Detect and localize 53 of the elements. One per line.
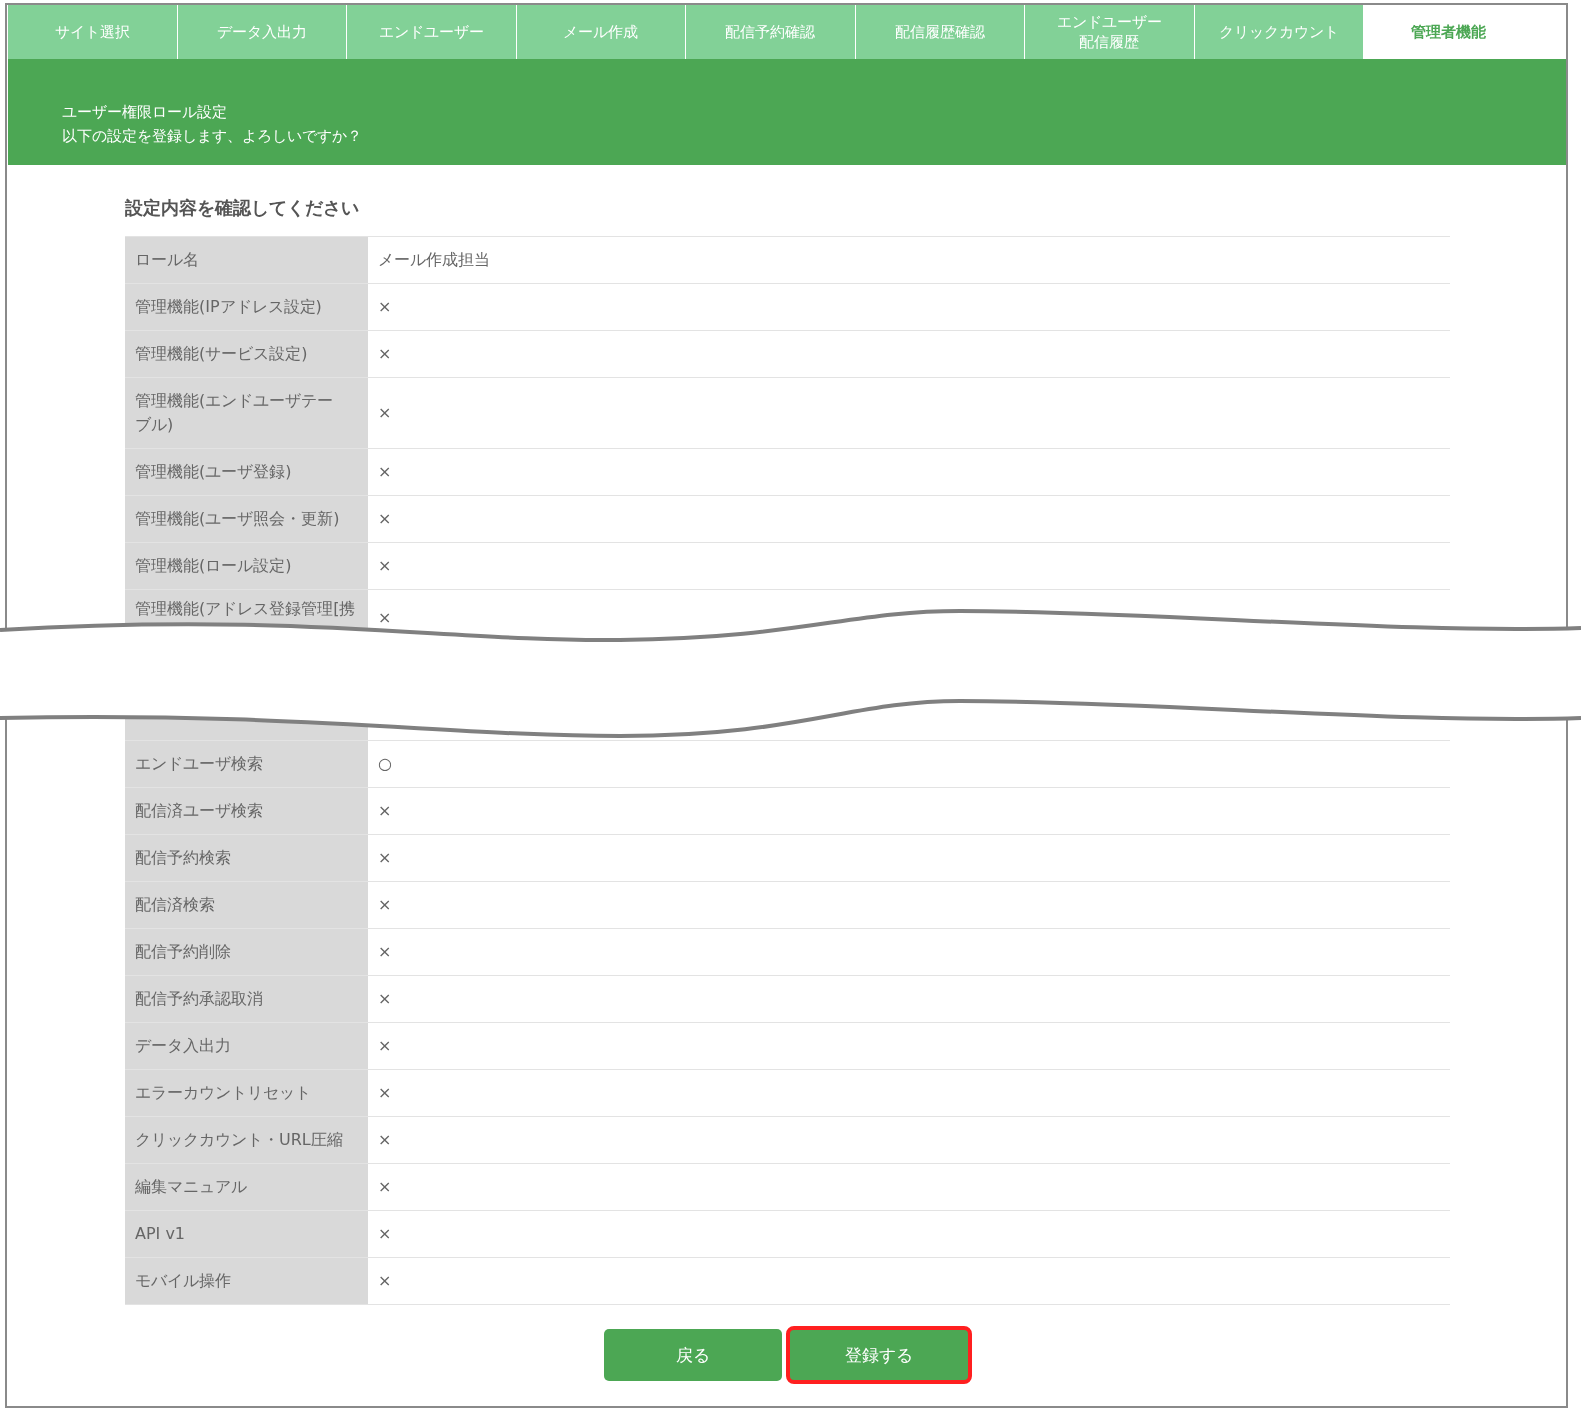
setting-label: モバイル操作 (125, 1258, 368, 1304)
setting-label: データ入出力 (125, 1023, 368, 1069)
nav-tab[interactable]: メール作成 (516, 5, 685, 59)
setting-value: × (377, 555, 393, 577)
setting-value: × (377, 988, 393, 1010)
setting-label: 配信予約承認取消 (125, 976, 368, 1022)
setting-label: 管理機能(ユーザ照会・更新) (125, 496, 368, 542)
setting-label: 編集マニュアル (125, 1164, 368, 1210)
setting-value: × (377, 461, 393, 483)
setting-value: メール作成担当 (377, 249, 491, 271)
setting-value: ○ (377, 753, 393, 775)
page-title: ユーザー権限ロール設定 (62, 102, 228, 123)
section-heading: 設定内容を確認してください (125, 196, 360, 220)
form-button[interactable]: 戻る (603, 1329, 782, 1381)
setting-label: 配信済検索 (125, 882, 368, 928)
setting-value: × (377, 941, 393, 963)
setting-label: 管理機能(サービス設定) (125, 331, 368, 377)
setting-value: × (377, 1176, 393, 1198)
setting-label: 配信済ユーザ検索 (125, 788, 368, 834)
setting-label: 配信予約検索 (125, 835, 368, 881)
setting-value: × (377, 894, 393, 916)
nav-tab[interactable]: エンドユーザー (347, 5, 516, 59)
setting-value: × (377, 402, 393, 424)
setting-label: 管理機能(エンドユーザテーブル) (125, 378, 368, 448)
setting-label: ロール名 (125, 237, 368, 283)
nav-tab[interactable]: 配信履歴確認 (855, 5, 1024, 59)
setting-label: 管理機能(ロール設定) (125, 543, 368, 589)
setting-value: × (377, 1270, 393, 1292)
nav-tab[interactable]: 配信予約確認 (686, 5, 855, 59)
setting-label: 管理機能(IPアドレス設定) (125, 284, 368, 330)
setting-value: × (377, 1035, 393, 1057)
setting-value: × (377, 1129, 393, 1151)
setting-value: × (377, 1223, 393, 1245)
setting-value: × (377, 847, 393, 869)
setting-label: API v1 (125, 1211, 368, 1257)
setting-value: × (377, 607, 393, 629)
confirm-message: 以下の設定を登録します、よろしいですか？ (62, 126, 363, 147)
setting-label: エラーカウントリセット (125, 1070, 368, 1116)
setting-value: × (377, 1082, 393, 1104)
setting-value: × (377, 508, 393, 530)
setting-label: 配信予約削除 (125, 929, 368, 975)
setting-label: 管理機能(ユーザ登録) (125, 449, 368, 495)
setting-value: × (377, 296, 393, 318)
setting-value: × (377, 343, 393, 365)
setting-label: クリックカウント・URL圧縮 (125, 1117, 368, 1163)
nav-tab[interactable]: サイト選択 (8, 5, 177, 59)
nav-tab[interactable]: クリックカウント (1194, 5, 1363, 59)
setting-label: エンドユーザ検索 (125, 741, 368, 787)
form-button[interactable]: 登録する (785, 1326, 972, 1384)
nav-tab[interactable]: データ入出力 (177, 5, 346, 59)
setting-label: 管理機能(アドレス登録管理[携 (134, 598, 357, 620)
setting-value: × (377, 800, 393, 822)
nav-tab[interactable]: エンドユーザー 配信履歴 (1025, 5, 1194, 59)
